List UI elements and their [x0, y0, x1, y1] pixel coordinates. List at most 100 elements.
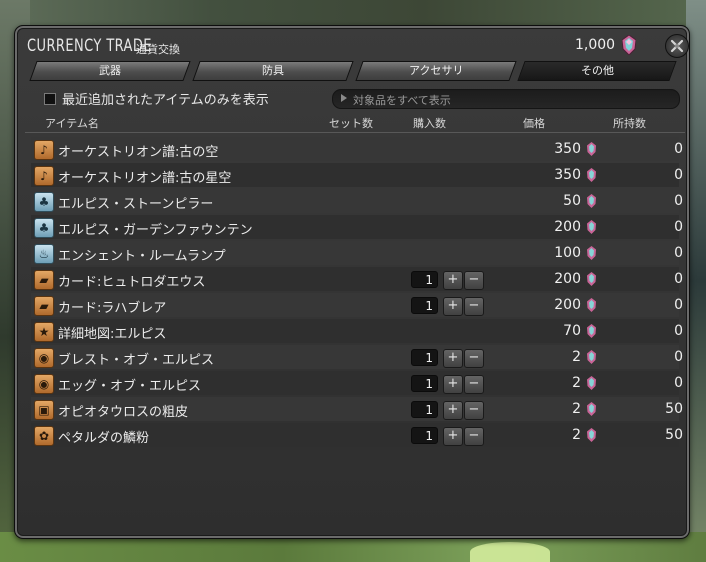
decrement-button[interactable]: −	[464, 349, 484, 368]
column-owned: 所持数	[613, 117, 646, 130]
quantity-input[interactable]: 1	[411, 375, 438, 392]
item-row[interactable]: ◉ ブレスト・オブ・エルピス 1 + − 2 0	[31, 345, 683, 369]
item-price: 2	[572, 375, 581, 391]
category-tabs: 武器 防具 アクセサリ その他	[29, 61, 681, 81]
leather-icon: ▣	[34, 400, 54, 420]
item-name: オピオタウロスの粗皮	[58, 405, 189, 420]
increment-button[interactable]: +	[443, 297, 463, 316]
window-subtitle: 通貨交換	[136, 43, 180, 56]
currency-amount: 1,000	[575, 37, 616, 53]
decrement-button[interactable]: −	[464, 375, 484, 394]
item-row[interactable]: ▣ オピオタウロスの粗皮 1 + − 2 50	[31, 397, 683, 421]
owned-count: 50	[665, 401, 683, 417]
item-row[interactable]: ♪ オーケストリオン譜:古の空 350 0	[31, 137, 683, 161]
item-name: エッグ・オブ・エルピス	[58, 379, 202, 394]
gem-icon	[587, 168, 596, 182]
material-icon: ◉	[34, 348, 54, 368]
decrement-button[interactable]: −	[464, 271, 484, 290]
item-name: 詳細地図:エルピス	[58, 327, 167, 342]
item-filter-dropdown[interactable]: 対象品をすべて表示	[332, 89, 680, 109]
tab-label: その他	[580, 64, 614, 77]
owned-count: 0	[674, 375, 683, 391]
quantity-input[interactable]: 1	[411, 271, 438, 288]
recent-items-checkbox[interactable]	[44, 93, 56, 105]
tab-weapons[interactable]: 武器	[29, 61, 191, 81]
owned-count: 0	[674, 349, 683, 365]
owned-count: 0	[674, 167, 683, 183]
column-set-count: セット数	[329, 117, 373, 130]
owned-count: 0	[674, 323, 683, 339]
furnishing-icon: ♣	[34, 192, 54, 212]
gem-icon	[587, 142, 596, 156]
currency-trade-window: CURRENCY TRADE 通貨交換 1,000 武器 防具 アクセサリ その…	[14, 25, 690, 539]
gem-icon	[622, 35, 636, 55]
owned-count: 0	[674, 141, 683, 157]
decrement-button[interactable]: −	[464, 297, 484, 316]
caret-right-icon	[341, 94, 347, 102]
material-icon: ◉	[34, 374, 54, 394]
item-row[interactable]: ◉ エッグ・オブ・エルピス 1 + − 2 0	[31, 371, 683, 395]
music-note-icon: ♪	[34, 166, 54, 186]
increment-button[interactable]: +	[443, 271, 463, 290]
gem-icon	[587, 220, 596, 234]
gem-icon	[587, 272, 596, 286]
tab-other[interactable]: その他	[517, 61, 677, 81]
tab-label: 武器	[99, 64, 121, 77]
item-price: 100	[554, 245, 581, 261]
tab-accessories[interactable]: アクセサリ	[355, 61, 517, 81]
item-row[interactable]: ♣ エルピス・ストーンピラー 50 0	[31, 189, 683, 213]
increment-button[interactable]: +	[443, 375, 463, 394]
column-price: 価格	[523, 117, 545, 130]
gem-icon	[587, 194, 596, 208]
header-divider	[25, 132, 685, 133]
background-glow	[470, 542, 550, 562]
item-row[interactable]: ♪ オーケストリオン譜:古の星空 350 0	[31, 163, 683, 187]
gem-icon	[587, 246, 596, 260]
item-name: カード:ラハブレア	[58, 301, 167, 316]
item-row[interactable]: ▰ カード:ラハブレア 1 + − 200 0	[31, 293, 683, 317]
tab-label: 防具	[262, 64, 284, 77]
gem-icon	[587, 350, 596, 364]
card-icon: ▰	[34, 296, 54, 316]
column-item-name: アイテム名	[45, 117, 99, 130]
music-note-icon: ♪	[34, 140, 54, 160]
owned-count: 0	[674, 271, 683, 287]
item-price: 2	[572, 349, 581, 365]
item-row[interactable]: ★ 詳細地図:エルピス 70 0	[31, 319, 683, 343]
quantity-input[interactable]: 1	[411, 401, 438, 418]
close-button[interactable]	[665, 34, 689, 58]
increment-button[interactable]: +	[443, 349, 463, 368]
gem-icon	[587, 402, 596, 416]
increment-button[interactable]: +	[443, 401, 463, 420]
window-title: CURRENCY TRADE	[27, 36, 152, 56]
increment-button[interactable]: +	[443, 427, 463, 446]
item-price: 200	[554, 271, 581, 287]
quantity-input[interactable]: 1	[411, 297, 438, 314]
item-row[interactable]: ▰ カード:ヒュトロダエウス 1 + − 200 0	[31, 267, 683, 291]
item-row[interactable]: ♨ エンシェント・ルームランプ 100 0	[31, 241, 683, 265]
item-name: エルピス・ガーデンファウンテン	[58, 223, 253, 238]
quantity-input[interactable]: 1	[411, 349, 438, 366]
gem-icon	[587, 324, 596, 338]
item-name: ブレスト・オブ・エルピス	[58, 353, 215, 368]
item-row[interactable]: ✿ ペタルダの鱗粉 1 + − 2 50	[31, 423, 683, 447]
item-row[interactable]: ♣ エルピス・ガーデンファウンテン 200 0	[31, 215, 683, 239]
powder-icon: ✿	[34, 426, 54, 446]
tab-armor[interactable]: 防具	[192, 61, 354, 81]
decrement-button[interactable]: −	[464, 427, 484, 446]
column-purchase-qty: 購入数	[413, 117, 446, 130]
owned-count: 0	[674, 297, 683, 313]
lamp-icon: ♨	[34, 244, 54, 264]
item-price: 350	[554, 141, 581, 157]
decrement-button[interactable]: −	[464, 401, 484, 420]
item-price: 70	[563, 323, 581, 339]
gem-icon	[587, 298, 596, 312]
item-price: 200	[554, 297, 581, 313]
recent-items-label[interactable]: 最近追加されたアイテムのみを表示	[62, 89, 269, 108]
item-price: 200	[554, 219, 581, 235]
quantity-input[interactable]: 1	[411, 427, 438, 444]
item-name: ペタルダの鱗粉	[58, 431, 150, 446]
item-name: エンシェント・ルームランプ	[58, 249, 226, 264]
owned-count: 0	[674, 245, 683, 261]
item-name: エルピス・ストーンピラー	[58, 197, 214, 212]
